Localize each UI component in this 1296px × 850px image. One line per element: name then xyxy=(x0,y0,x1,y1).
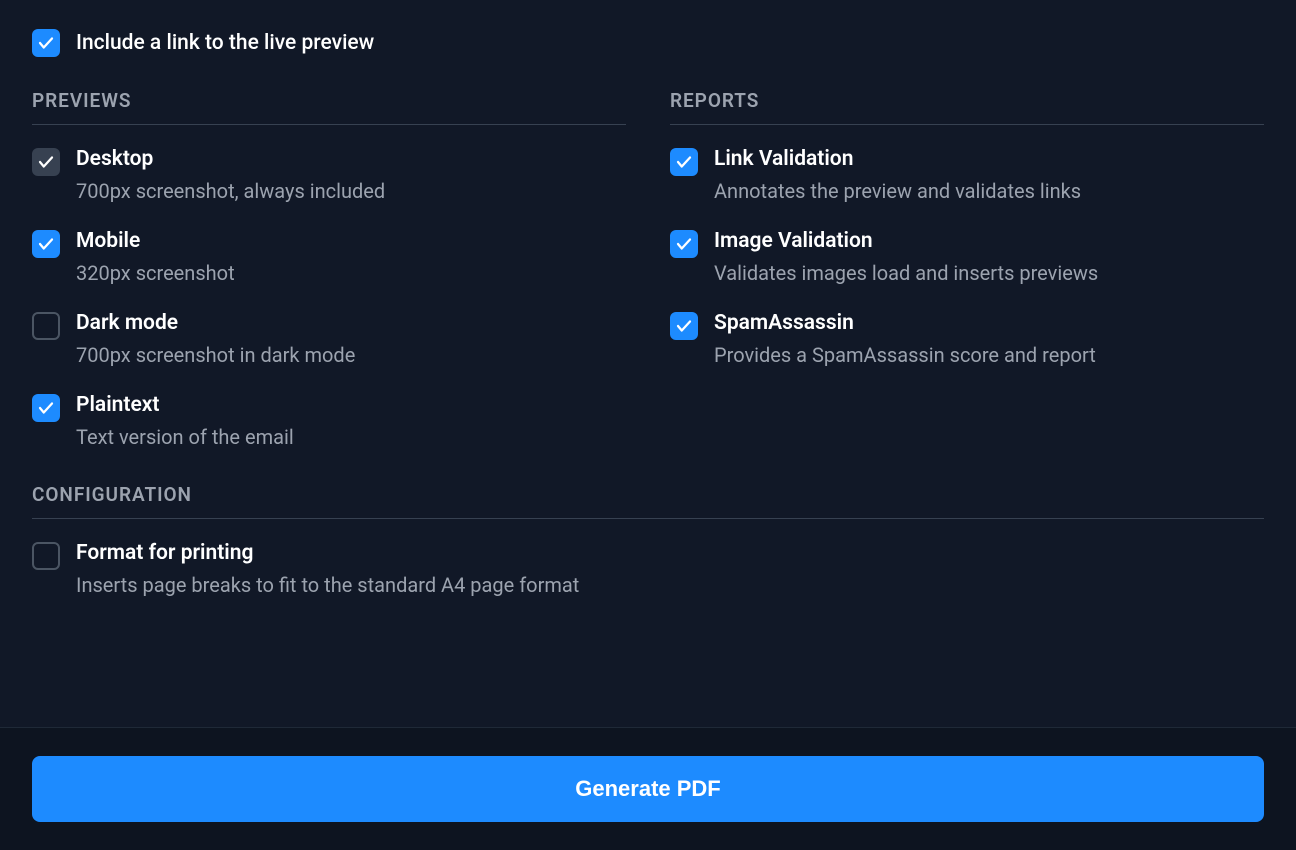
report-image-validation-content: Image Validation Validates images load a… xyxy=(714,229,1098,285)
preview-darkmode-option: Dark mode 700px screenshot in dark mode xyxy=(32,311,626,367)
configuration-section: CONFIGURATION Format for printing Insert… xyxy=(32,483,1264,597)
report-spamassassin-option: SpamAssassin Provides a SpamAssassin sco… xyxy=(670,311,1264,367)
report-spamassassin-content: SpamAssassin Provides a SpamAssassin sco… xyxy=(714,311,1096,367)
preview-plaintext-option: Plaintext Text version of the email xyxy=(32,393,626,449)
checkmark-icon xyxy=(37,399,55,417)
reports-column: REPORTS Link Validation Annotates the pr… xyxy=(670,89,1264,475)
report-image-validation-checkbox[interactable] xyxy=(670,230,698,258)
report-image-validation-description: Validates images load and inserts previe… xyxy=(714,261,1098,285)
options-columns: PREVIEWS Desktop 700px screenshot, alway… xyxy=(32,89,1264,475)
report-spamassassin-description: Provides a SpamAssassin score and report xyxy=(714,343,1096,367)
preview-plaintext-description: Text version of the email xyxy=(76,425,294,449)
report-link-validation-title: Link Validation xyxy=(714,147,1081,171)
preview-desktop-content: Desktop 700px screenshot, always include… xyxy=(76,147,385,203)
preview-desktop-title: Desktop xyxy=(76,147,385,171)
config-format-printing-option: Format for printing Inserts page breaks … xyxy=(32,541,1264,597)
checkmark-icon xyxy=(675,235,693,253)
preview-desktop-option: Desktop 700px screenshot, always include… xyxy=(32,147,626,203)
report-image-validation-option: Image Validation Validates images load a… xyxy=(670,229,1264,285)
preview-mobile-content: Mobile 320px screenshot xyxy=(76,229,235,285)
preview-mobile-option: Mobile 320px screenshot xyxy=(32,229,626,285)
reports-header: REPORTS xyxy=(670,89,1264,125)
include-link-label: Include a link to the live preview xyxy=(76,31,374,55)
preview-mobile-description: 320px screenshot xyxy=(76,261,235,285)
report-link-validation-description: Annotates the preview and validates link… xyxy=(714,179,1081,203)
bottom-bar: Generate PDF xyxy=(0,727,1296,850)
checkmark-icon xyxy=(675,153,693,171)
preview-darkmode-content: Dark mode 700px screenshot in dark mode xyxy=(76,311,355,367)
checkmark-icon xyxy=(37,34,55,52)
preview-plaintext-content: Plaintext Text version of the email xyxy=(76,393,294,449)
preview-plaintext-title: Plaintext xyxy=(76,393,294,417)
preview-darkmode-description: 700px screenshot in dark mode xyxy=(76,343,355,367)
preview-desktop-checkbox[interactable] xyxy=(32,148,60,176)
previews-column: PREVIEWS Desktop 700px screenshot, alway… xyxy=(32,89,626,475)
config-format-printing-title: Format for printing xyxy=(76,541,579,565)
preview-desktop-description: 700px screenshot, always included xyxy=(76,179,385,203)
report-link-validation-option: Link Validation Annotates the preview an… xyxy=(670,147,1264,203)
report-link-validation-checkbox[interactable] xyxy=(670,148,698,176)
report-spamassassin-title: SpamAssassin xyxy=(714,311,1096,335)
include-link-option: Include a link to the live preview xyxy=(32,28,1264,57)
preview-mobile-checkbox[interactable] xyxy=(32,230,60,258)
config-format-printing-checkbox[interactable] xyxy=(32,542,60,570)
config-format-printing-description: Inserts page breaks to fit to the standa… xyxy=(76,573,579,597)
report-link-validation-content: Link Validation Annotates the preview an… xyxy=(714,147,1081,203)
config-format-printing-content: Format for printing Inserts page breaks … xyxy=(76,541,579,597)
preview-mobile-title: Mobile xyxy=(76,229,235,253)
preview-darkmode-title: Dark mode xyxy=(76,311,355,335)
checkmark-icon xyxy=(37,153,55,171)
include-link-checkbox[interactable] xyxy=(32,29,60,57)
configuration-header: CONFIGURATION xyxy=(32,483,1264,519)
report-spamassassin-checkbox[interactable] xyxy=(670,312,698,340)
checkmark-icon xyxy=(675,317,693,335)
previews-header: PREVIEWS xyxy=(32,89,626,125)
preview-darkmode-checkbox[interactable] xyxy=(32,312,60,340)
report-image-validation-title: Image Validation xyxy=(714,229,1098,253)
preview-plaintext-checkbox[interactable] xyxy=(32,394,60,422)
checkmark-icon xyxy=(37,235,55,253)
generate-pdf-button[interactable]: Generate PDF xyxy=(32,756,1264,822)
